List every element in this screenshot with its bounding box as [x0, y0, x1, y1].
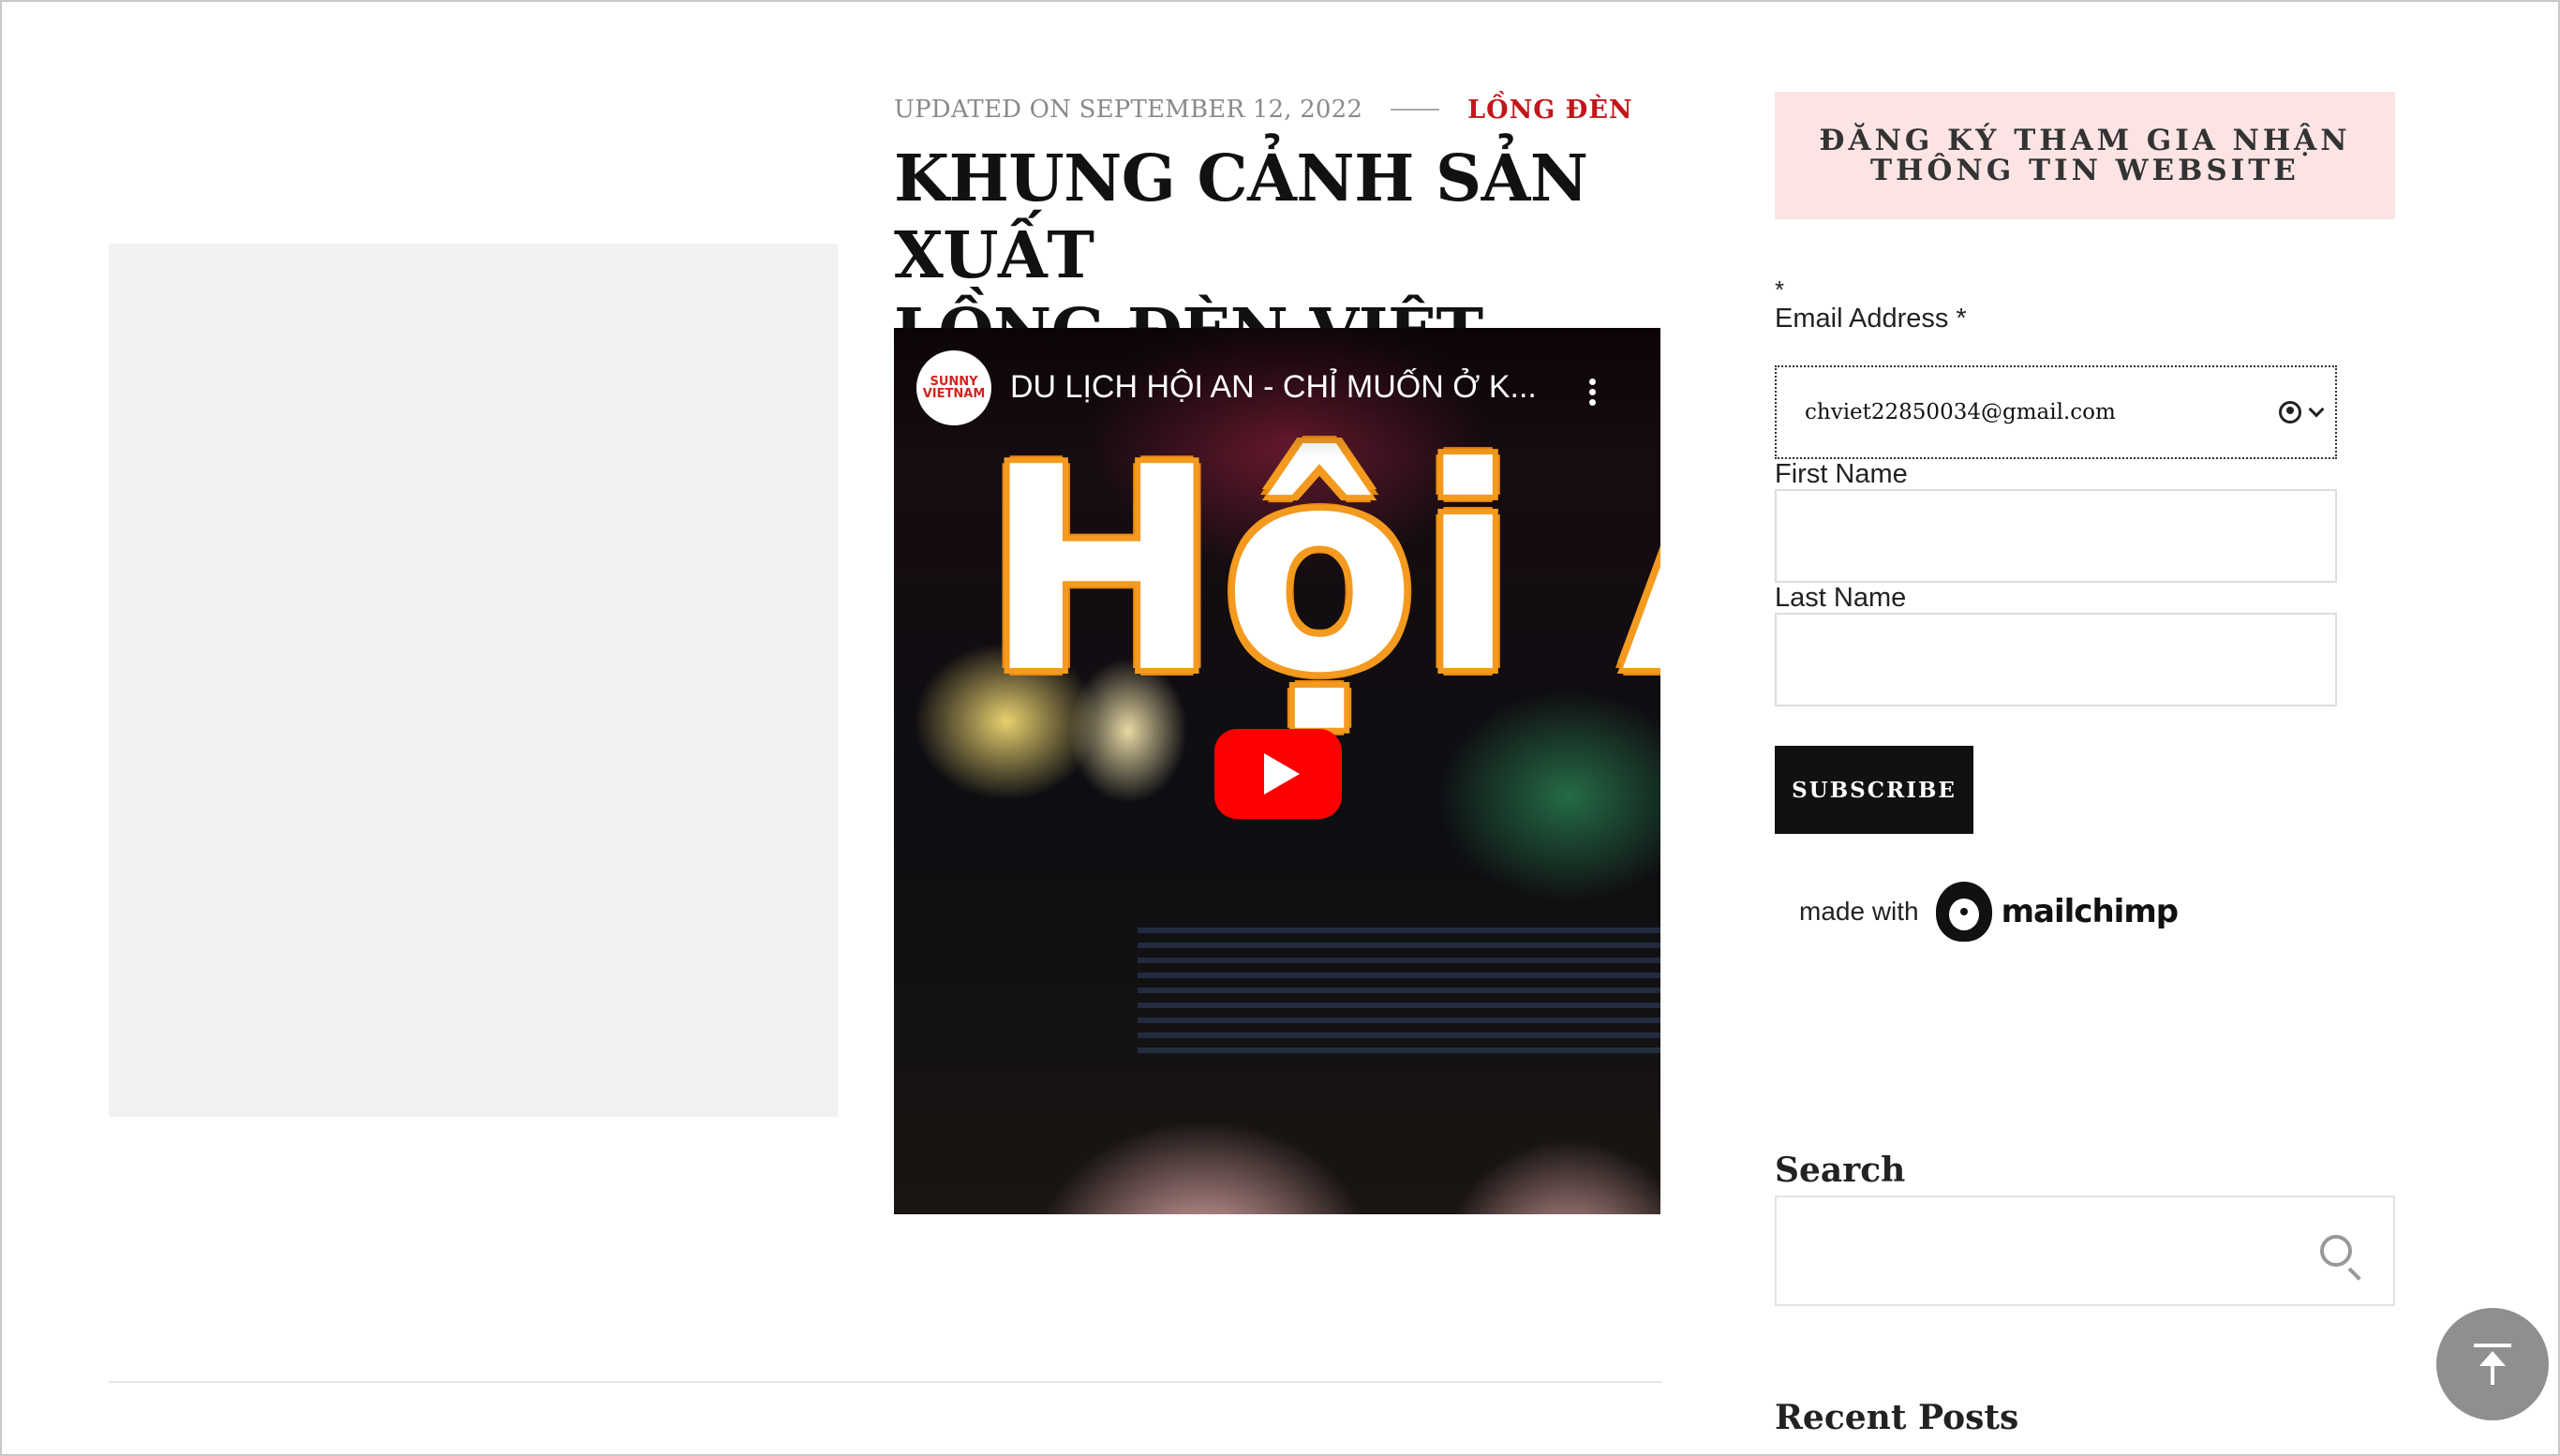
scroll-to-top-button[interactable] — [2436, 1308, 2549, 1420]
mailchimp-logo-icon — [1935, 882, 1992, 942]
video-title[interactable]: DU LỊCH HỘI AN - CHỈ MUỐN Ở K... — [1010, 369, 1537, 406]
email-label: Email Address * — [1775, 304, 1967, 334]
meta-divider — [1391, 109, 1440, 111]
search-icon[interactable] — [2320, 1235, 2352, 1267]
search-input[interactable] — [1775, 1196, 2395, 1306]
video-water-reflection — [1138, 928, 1660, 1059]
channel-logo-text: SUNNY VIETNAM — [922, 375, 986, 401]
last-name-label: Last Name — [1775, 583, 1907, 613]
email-field[interactable]: chviet22850034@gmail.com — [1775, 365, 2337, 459]
play-button[interactable] — [1214, 729, 1342, 819]
search-widget-title: Search — [1775, 1151, 1906, 1190]
post-title-line-1: KHUNG CẢNH SẢN XUẤT — [894, 141, 1588, 293]
autofill-account-icon[interactable] — [2279, 401, 2335, 423]
mailchimp-wordmark: mailchimp — [2001, 893, 2179, 930]
post-meta: UPDATED ON SEPTEMBER 12, 2022 LỒNG ĐÈN — [894, 94, 1633, 126]
play-icon — [1264, 753, 1300, 795]
post-thumbnail[interactable] — [109, 244, 838, 1117]
made-with-text: made with — [1799, 897, 1919, 926]
first-name-field[interactable] — [1775, 489, 2337, 583]
post-updated-date: UPDATED ON SEPTEMBER 12, 2022 — [894, 96, 1363, 124]
newsletter-heading: ĐĂNG KÝ THAM GIA NHẬN THÔNG TIN WEBSITE — [1819, 124, 2351, 187]
email-value: chviet22850034@gmail.com — [1805, 400, 2116, 424]
first-name-label: First Name — [1775, 459, 1908, 489]
newsletter-heading-box: ĐĂNG KÝ THAM GIA NHẬN THÔNG TIN WEBSITE — [1775, 92, 2395, 219]
youtube-embed[interactable]: Hội An SUNNY VIETNAM DU LỊCH HỘI AN - CH… — [894, 328, 1660, 1214]
channel-avatar[interactable]: SUNNY VIETNAM — [916, 350, 991, 425]
recent-posts-title: Recent Posts — [1775, 1398, 2019, 1437]
required-note: * — [1775, 275, 1785, 304]
more-options-icon[interactable] — [1576, 379, 1608, 412]
post-category-link[interactable]: LỒNG ĐÈN — [1467, 96, 1633, 125]
content-divider — [109, 1381, 1662, 1383]
last-name-field[interactable] — [1775, 613, 2337, 706]
mailchimp-badge[interactable]: made with mailchimp — [1799, 879, 2179, 944]
chevron-down-icon — [2308, 401, 2325, 418]
scroll-top-icon — [2474, 1344, 2511, 1347]
subscribe-button[interactable]: SUBSCRIBE — [1775, 746, 1973, 834]
